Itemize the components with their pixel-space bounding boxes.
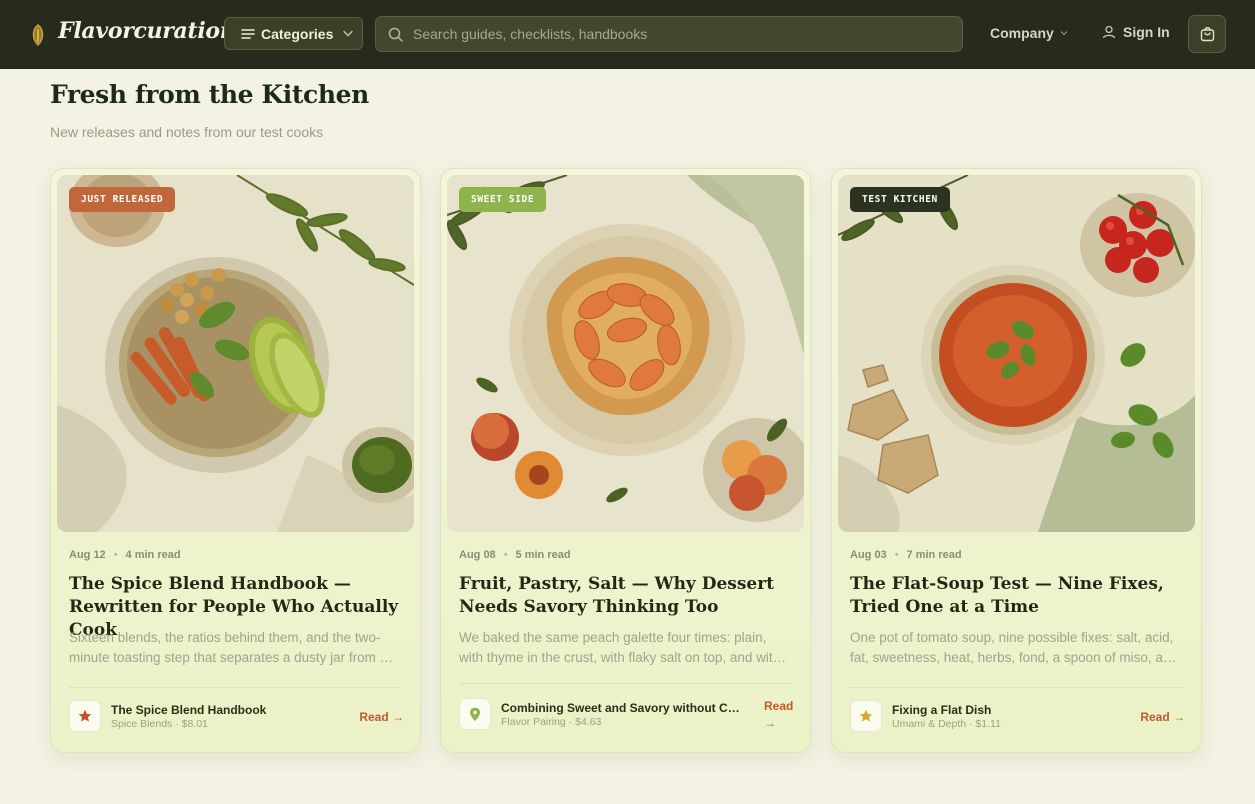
card-date: Aug 08	[459, 549, 496, 561]
card-meta: Aug 12 • 4 min read	[69, 549, 181, 561]
card-product[interactable]: Fixing a Flat Dish Umami & Depth · $1.11…	[850, 700, 1185, 734]
card-divider	[850, 687, 1183, 688]
map-pin-icon	[459, 698, 491, 730]
search-bar[interactable]	[375, 16, 963, 52]
card-photo-tomato-soup[interactable]: TEST KITCHEN	[838, 175, 1195, 532]
categories-button[interactable]: Categories	[224, 17, 363, 50]
card-meta: Aug 08 • 5 min read	[459, 549, 571, 561]
card-title[interactable]: The Flat-Soup Test — Nine Fixes, Tried O…	[850, 573, 1185, 619]
shopping-bag-icon	[1200, 27, 1214, 42]
star-icon	[850, 700, 882, 732]
card-read-time: 5 min read	[515, 549, 571, 561]
card-divider	[459, 683, 792, 684]
chevron-down-icon	[343, 30, 354, 37]
product-name: Fixing a Flat Dish	[892, 703, 992, 717]
card-badge: TEST KITCHEN	[850, 187, 950, 212]
sign-in-link[interactable]: Sign In	[1102, 24, 1170, 40]
read-link[interactable]: Read →	[764, 698, 794, 732]
cart-button[interactable]	[1188, 15, 1226, 53]
meta-separator: •	[894, 549, 899, 561]
card-badge: JUST RELEASED	[69, 187, 176, 212]
card-excerpt: One pot of tomato soup, nine possible fi…	[850, 630, 1178, 665]
top-navbar: Flavorcuration Categories Company Sign I…	[0, 0, 1255, 69]
card-photo-peach-galette[interactable]: SWEET SIDE	[447, 175, 804, 532]
card-divider	[69, 687, 402, 688]
tomato-soup-illustration	[838, 175, 1195, 532]
card-date: Aug 12	[69, 549, 106, 561]
article-card[interactable]: SWEET SIDE Aug 08 • 5 min read Fruit, Pa…	[440, 168, 811, 753]
product-name: The Spice Blend Handbook	[111, 703, 267, 717]
brand-name[interactable]: Flavorcuration	[58, 18, 236, 44]
article-card[interactable]: TEST KITCHEN Aug 03 • 7 min read The Fla…	[831, 168, 1202, 753]
search-icon	[388, 27, 403, 42]
card-title[interactable]: Fruit, Pastry, Salt — Why Dessert Needs …	[459, 573, 794, 619]
article-card[interactable]: JUST RELEASED Aug 12 • 4 min read The Sp…	[50, 168, 421, 753]
read-link[interactable]: Read →	[359, 710, 404, 724]
sign-in-label: Sign In	[1123, 24, 1170, 40]
card-excerpt: Sixteen blends, the ratios behind them, …	[69, 630, 388, 665]
menu-icon	[241, 28, 255, 39]
product-name: Combining Sweet and Savory without Clash…	[501, 701, 741, 715]
product-meta: Flavor Pairing · $4.63	[501, 716, 602, 728]
card-read-time: 4 min read	[125, 549, 181, 561]
search-input[interactable]	[413, 26, 962, 42]
read-link[interactable]: Read →	[1140, 710, 1185, 724]
user-icon	[1102, 25, 1116, 39]
grain-bowl-illustration	[57, 175, 414, 532]
section-title: Fresh from the Kitchen	[50, 80, 369, 109]
product-meta: Umami & Depth · $1.11	[892, 718, 1001, 730]
card-product[interactable]: Combining Sweet and Savory without Clash…	[459, 698, 794, 732]
card-date: Aug 03	[850, 549, 887, 561]
card-excerpt: We baked the same peach galette four tim…	[459, 630, 781, 665]
meta-separator: •	[113, 549, 118, 561]
brand-leaf-icon	[32, 24, 44, 46]
card-product[interactable]: The Spice Blend Handbook Spice Blends · …	[69, 700, 404, 734]
categories-label: Categories	[261, 25, 334, 42]
company-label: Company	[990, 25, 1054, 41]
meta-separator: •	[503, 549, 508, 561]
product-meta: Spice Blends · $8.01	[111, 718, 208, 730]
company-menu[interactable]: Company	[990, 25, 1068, 41]
chevron-down-icon	[1060, 31, 1068, 36]
star-icon	[69, 700, 101, 732]
card-photo-grain-bowl[interactable]: JUST RELEASED	[57, 175, 414, 532]
card-badge: SWEET SIDE	[459, 187, 547, 212]
section-subtitle: New releases and notes from our test coo…	[50, 124, 324, 140]
card-read-time: 7 min read	[906, 549, 962, 561]
card-meta: Aug 03 • 7 min read	[850, 549, 962, 561]
peach-galette-illustration	[447, 175, 804, 532]
